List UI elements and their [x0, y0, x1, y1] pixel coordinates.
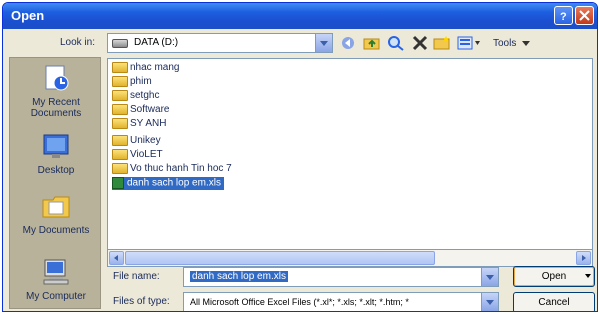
list-item-selected[interactable]: danh sach lop em.xls — [112, 177, 224, 190]
open-dialog: Open ? Look in: DATA (D:) Tools My Recen… — [2, 2, 598, 312]
look-in-label: Look in: — [59, 37, 95, 48]
open-button[interactable]: Open — [513, 266, 595, 287]
delete-icon[interactable] — [411, 35, 429, 51]
up-folder-icon[interactable] — [363, 35, 381, 51]
place-my-computer[interactable]: My Computer — [10, 258, 102, 302]
svg-text:?: ? — [560, 11, 567, 21]
list-item[interactable]: phim — [112, 76, 152, 89]
list-item[interactable]: setghc — [112, 90, 159, 103]
file-name: Unikey — [130, 135, 161, 147]
file-name: phim — [130, 76, 152, 88]
excel-file-icon — [112, 177, 124, 189]
list-item[interactable]: Software — [112, 104, 169, 117]
desktop-icon — [43, 134, 69, 158]
place-label: My Documents — [22, 225, 90, 236]
folder-icon — [112, 118, 128, 129]
file-type-label: Files of type: — [113, 296, 170, 307]
file-name-value: danh sach lop em.xls — [190, 271, 288, 282]
file-name: danh sach lop em.xls — [127, 177, 221, 189]
folder-icon — [112, 163, 128, 174]
folder-icon — [112, 104, 128, 115]
file-name-label: File name: — [113, 271, 160, 282]
dialog-title: Open — [11, 8, 45, 23]
cancel-button[interactable]: Cancel — [513, 292, 595, 311]
chevron-down-icon[interactable] — [481, 268, 498, 286]
place-desktop[interactable]: Desktop — [10, 132, 102, 176]
scrollbar-thumb[interactable] — [125, 251, 435, 265]
new-folder-icon[interactable] — [433, 35, 451, 51]
drive-icon — [112, 39, 128, 48]
folder-icon — [112, 135, 128, 146]
chevron-down-icon[interactable] — [481, 293, 498, 311]
place-label: Desktop — [37, 165, 75, 176]
scroll-right-button[interactable] — [576, 251, 591, 265]
views-icon[interactable] — [457, 35, 483, 51]
my-computer-icon — [43, 259, 69, 285]
file-name: nhac mang — [130, 62, 180, 74]
chevron-right-icon — [582, 255, 586, 261]
list-item[interactable]: SY ANH — [112, 118, 167, 131]
chevron-left-icon — [114, 255, 118, 261]
file-name: Software — [130, 104, 170, 116]
back-icon[interactable] — [339, 35, 357, 51]
my-documents-icon — [42, 196, 70, 218]
place-my-recent-documents[interactable]: My Recent Documents — [10, 64, 102, 119]
list-item[interactable]: VioLET — [112, 149, 163, 162]
folder-icon — [112, 90, 128, 101]
file-name: setghc — [130, 90, 160, 102]
place-my-documents[interactable]: My Documents — [10, 192, 102, 236]
chevron-down-icon[interactable] — [315, 34, 332, 52]
scroll-left-button[interactable] — [109, 251, 124, 265]
folder-icon — [112, 62, 128, 73]
places-bar: My Recent Documents Desktop My Documents… — [9, 57, 101, 309]
look-in-value: DATA (D:) — [134, 37, 179, 48]
close-button[interactable] — [575, 6, 594, 25]
help-button[interactable]: ? — [554, 6, 573, 25]
file-type-combo[interactable]: All Microsoft Office Excel Files (*.xl*;… — [183, 292, 499, 311]
folder-icon — [112, 149, 128, 160]
chevron-down-icon — [522, 41, 530, 46]
file-name: VioLET — [130, 149, 163, 161]
list-item[interactable]: Unikey — [112, 135, 161, 148]
file-name-input[interactable]: danh sach lop em.xls — [183, 267, 499, 287]
cancel-button-label: Cancel — [538, 297, 570, 308]
list-item[interactable]: Vo thuc hanh Tin hoc 7 — [112, 163, 232, 176]
file-name: SY ANH — [130, 118, 167, 130]
place-label: My Computer — [25, 291, 86, 302]
folder-icon — [112, 76, 128, 87]
recent-documents-icon — [45, 65, 69, 91]
chevron-down-icon[interactable] — [585, 274, 591, 278]
tools-menu[interactable]: Tools — [493, 38, 516, 49]
list-item[interactable]: nhac mang — [112, 62, 179, 75]
horizontal-scrollbar[interactable] — [107, 250, 593, 267]
search-web-icon[interactable] — [387, 35, 405, 51]
help-icon: ? — [560, 11, 567, 21]
close-icon — [579, 10, 590, 21]
look-in-combo[interactable]: DATA (D:) — [107, 33, 333, 53]
title-bar[interactable]: Open ? — [3, 3, 597, 29]
open-button-label: Open — [541, 271, 567, 282]
place-label: My Recent Documents — [30, 97, 82, 119]
file-type-value: All Microsoft Office Excel Files (*.xl*;… — [190, 297, 409, 307]
file-name: Vo thuc hanh Tin hoc 7 — [130, 163, 232, 175]
file-list[interactable]: nhac mang phim setghc Software SY ANH Un… — [107, 58, 593, 250]
